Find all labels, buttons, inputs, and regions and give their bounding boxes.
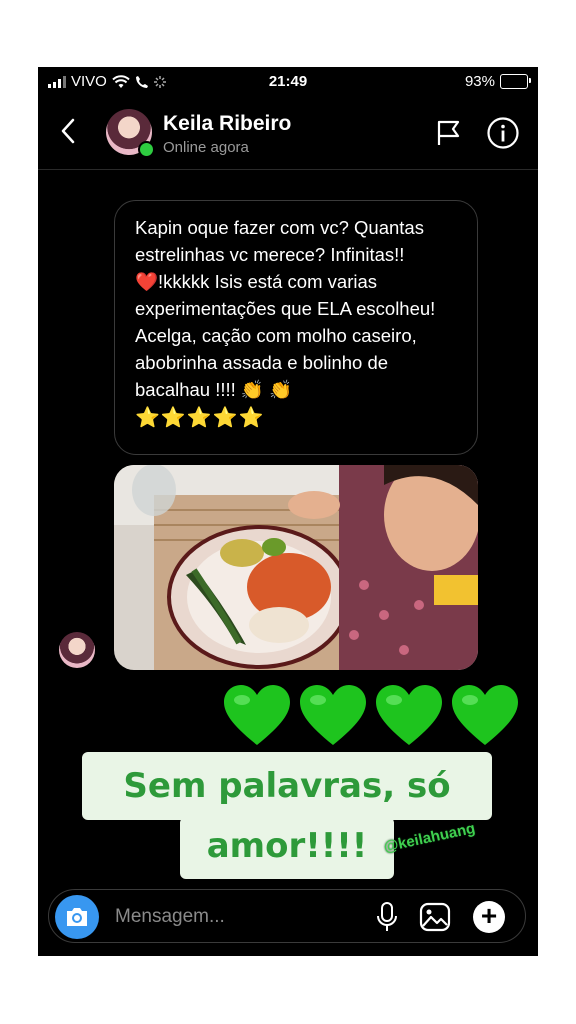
- battery-icon: [500, 74, 531, 89]
- message-input[interactable]: [113, 890, 347, 944]
- chat-header: Keila Ribeiro Online agora: [38, 97, 538, 170]
- battery-percent: 93%: [464, 73, 495, 90]
- green-heart-icon: [376, 685, 442, 745]
- chevron-left-icon[interactable]: [60, 117, 76, 145]
- online-indicator: [138, 141, 155, 158]
- username-watermark: @keilahuang: [382, 819, 477, 856]
- green-heart-icon: [452, 685, 518, 745]
- message-bubble[interactable]: Kapin oque fazer com vc? Quantas estreli…: [114, 200, 478, 455]
- contact-name[interactable]: Keila Ribeiro: [163, 112, 291, 136]
- food-photo-image: [114, 465, 478, 670]
- clock: 21:49: [268, 73, 308, 90]
- plus-icon[interactable]: +: [473, 901, 505, 933]
- status-bar: VIVO 21:49 93%: [38, 67, 538, 97]
- message-photo[interactable]: [114, 465, 478, 670]
- gallery-icon[interactable]: [419, 902, 451, 932]
- chat-screen: VIVO 21:49 93% Keila Ribeiro Online agor…: [38, 67, 538, 956]
- status-right: 93%: [464, 73, 531, 90]
- heart-emoji-row: [224, 685, 518, 747]
- overlay-text-line2: amor!!!!: [180, 817, 394, 879]
- flag-icon[interactable]: [436, 119, 462, 147]
- message-stars: ⭐⭐⭐⭐⭐: [135, 407, 265, 429]
- green-heart-icon: [300, 685, 366, 745]
- overlay-text-line1: Sem palavras, só: [82, 752, 492, 820]
- info-icon[interactable]: [486, 116, 520, 150]
- sender-avatar: [59, 632, 95, 668]
- presence-status: Online agora: [163, 139, 249, 156]
- microphone-icon[interactable]: [374, 902, 400, 932]
- camera-button[interactable]: [55, 895, 99, 939]
- green-heart-icon: [224, 685, 290, 745]
- message-composer: +: [48, 889, 526, 944]
- camera-icon: [67, 908, 87, 926]
- message-text: Kapin oque fazer com vc? Quantas estreli…: [135, 217, 436, 400]
